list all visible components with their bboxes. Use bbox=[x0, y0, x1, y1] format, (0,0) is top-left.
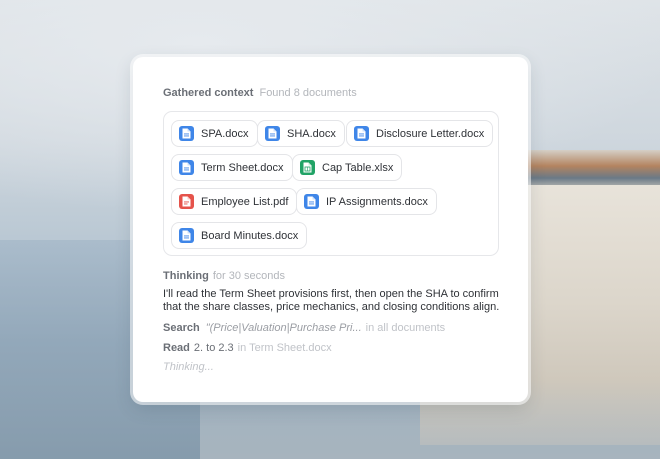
background-shore-band bbox=[520, 150, 660, 190]
document-name: Disclosure Letter.docx bbox=[376, 127, 485, 140]
thinking-header: Thinking for 30 seconds bbox=[163, 270, 285, 282]
search-step: Search "(Price|Valuation|Purchase Pri... i… bbox=[163, 322, 445, 334]
word-doc-icon bbox=[179, 160, 194, 175]
thinking-label: Thinking bbox=[163, 270, 209, 282]
document-name: Employee List.pdf bbox=[201, 195, 289, 208]
document-chip[interactable]: Term Sheet.docx bbox=[171, 154, 293, 181]
read-source: in Term Sheet.docx bbox=[237, 342, 332, 354]
word-doc-icon bbox=[304, 194, 319, 209]
word-doc-icon bbox=[265, 126, 280, 141]
pdf-icon bbox=[179, 194, 194, 209]
context-label: Gathered context bbox=[163, 87, 254, 99]
documents-panel: SPA.docx SHA.docx Disclosure Letter.docx… bbox=[163, 111, 499, 256]
document-chip[interactable]: Cap Table.xlsx bbox=[292, 154, 403, 181]
word-doc-icon bbox=[179, 228, 194, 243]
document-name: SPA.docx bbox=[201, 127, 249, 140]
read-verb: Read bbox=[163, 342, 190, 354]
search-scope: in all documents bbox=[365, 322, 446, 334]
thinking-text: I'll read the Term Sheet provisions firs… bbox=[163, 288, 500, 313]
search-verb: Search bbox=[163, 322, 200, 334]
document-name: Board Minutes.docx bbox=[201, 229, 299, 242]
read-step: Read 2. to 2.3 in Term Sheet.docx bbox=[163, 342, 332, 354]
context-summary: Found 8 documents bbox=[259, 87, 357, 99]
document-chip[interactable]: SPA.docx bbox=[171, 120, 258, 147]
word-doc-icon bbox=[179, 126, 194, 141]
document-chip[interactable]: Employee List.pdf bbox=[171, 188, 298, 215]
assistant-progress-card: Gathered context Found 8 documents SPA.do… bbox=[133, 57, 528, 402]
spreadsheet-icon bbox=[300, 160, 315, 175]
document-chip[interactable]: Board Minutes.docx bbox=[171, 222, 308, 249]
read-range: 2. to 2.3 bbox=[193, 342, 234, 354]
thinking-status: Thinking... bbox=[163, 361, 214, 373]
document-name: Cap Table.xlsx bbox=[322, 161, 394, 174]
document-name: IP Assignments.docx bbox=[326, 195, 428, 208]
document-chip[interactable]: SHA.docx bbox=[257, 120, 345, 147]
document-chip[interactable]: Disclosure Letter.docx bbox=[346, 120, 494, 147]
document-chip[interactable]: IP Assignments.docx bbox=[296, 188, 437, 215]
document-name: Term Sheet.docx bbox=[201, 161, 284, 174]
document-name: SHA.docx bbox=[287, 127, 336, 140]
thinking-duration: for 30 seconds bbox=[212, 270, 285, 282]
search-query: "(Price|Valuation|Purchase Pri... bbox=[205, 322, 362, 334]
word-doc-icon bbox=[354, 126, 369, 141]
context-header: Gathered context Found 8 documents bbox=[163, 87, 357, 99]
